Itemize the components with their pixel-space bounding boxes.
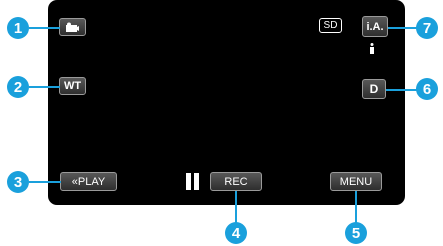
sd-label: SD	[323, 20, 338, 31]
intelligent-auto-button[interactable]: i.A.	[362, 16, 388, 37]
callout-7: 7	[416, 17, 438, 39]
pause-icon[interactable]	[186, 173, 200, 190]
callout-line-3	[29, 181, 61, 183]
menu-button[interactable]: MENU	[330, 172, 382, 191]
play-label: «PLAY	[71, 175, 106, 188]
callout-2: 2	[7, 76, 29, 98]
wt-button[interactable]: WT	[59, 77, 86, 95]
callout-line-5	[355, 191, 357, 225]
video-mode-button[interactable]	[59, 18, 86, 36]
callout-line-1	[29, 27, 60, 29]
callout-line-7	[388, 27, 418, 29]
wt-label: WT	[63, 80, 82, 92]
callout-5: 5	[345, 222, 367, 244]
callout-line-2	[29, 86, 60, 88]
sd-indicator: SD	[319, 18, 342, 33]
rec-label: REC	[224, 175, 248, 188]
ia-label: i.A.	[366, 20, 384, 33]
callout-1: 1	[7, 17, 29, 39]
d-label: D	[369, 82, 379, 96]
person-icon	[369, 41, 375, 54]
play-button[interactable]: «PLAY	[60, 172, 117, 191]
d-button[interactable]: D	[362, 79, 386, 99]
rec-button[interactable]: REC	[210, 172, 262, 191]
callout-6: 6	[416, 78, 438, 100]
menu-label: MENU	[339, 175, 373, 188]
callout-line-6	[386, 89, 418, 91]
callout-4: 4	[225, 222, 247, 244]
callout-line-4	[235, 191, 237, 225]
video-camera-icon	[66, 22, 79, 32]
callout-3: 3	[7, 171, 29, 193]
